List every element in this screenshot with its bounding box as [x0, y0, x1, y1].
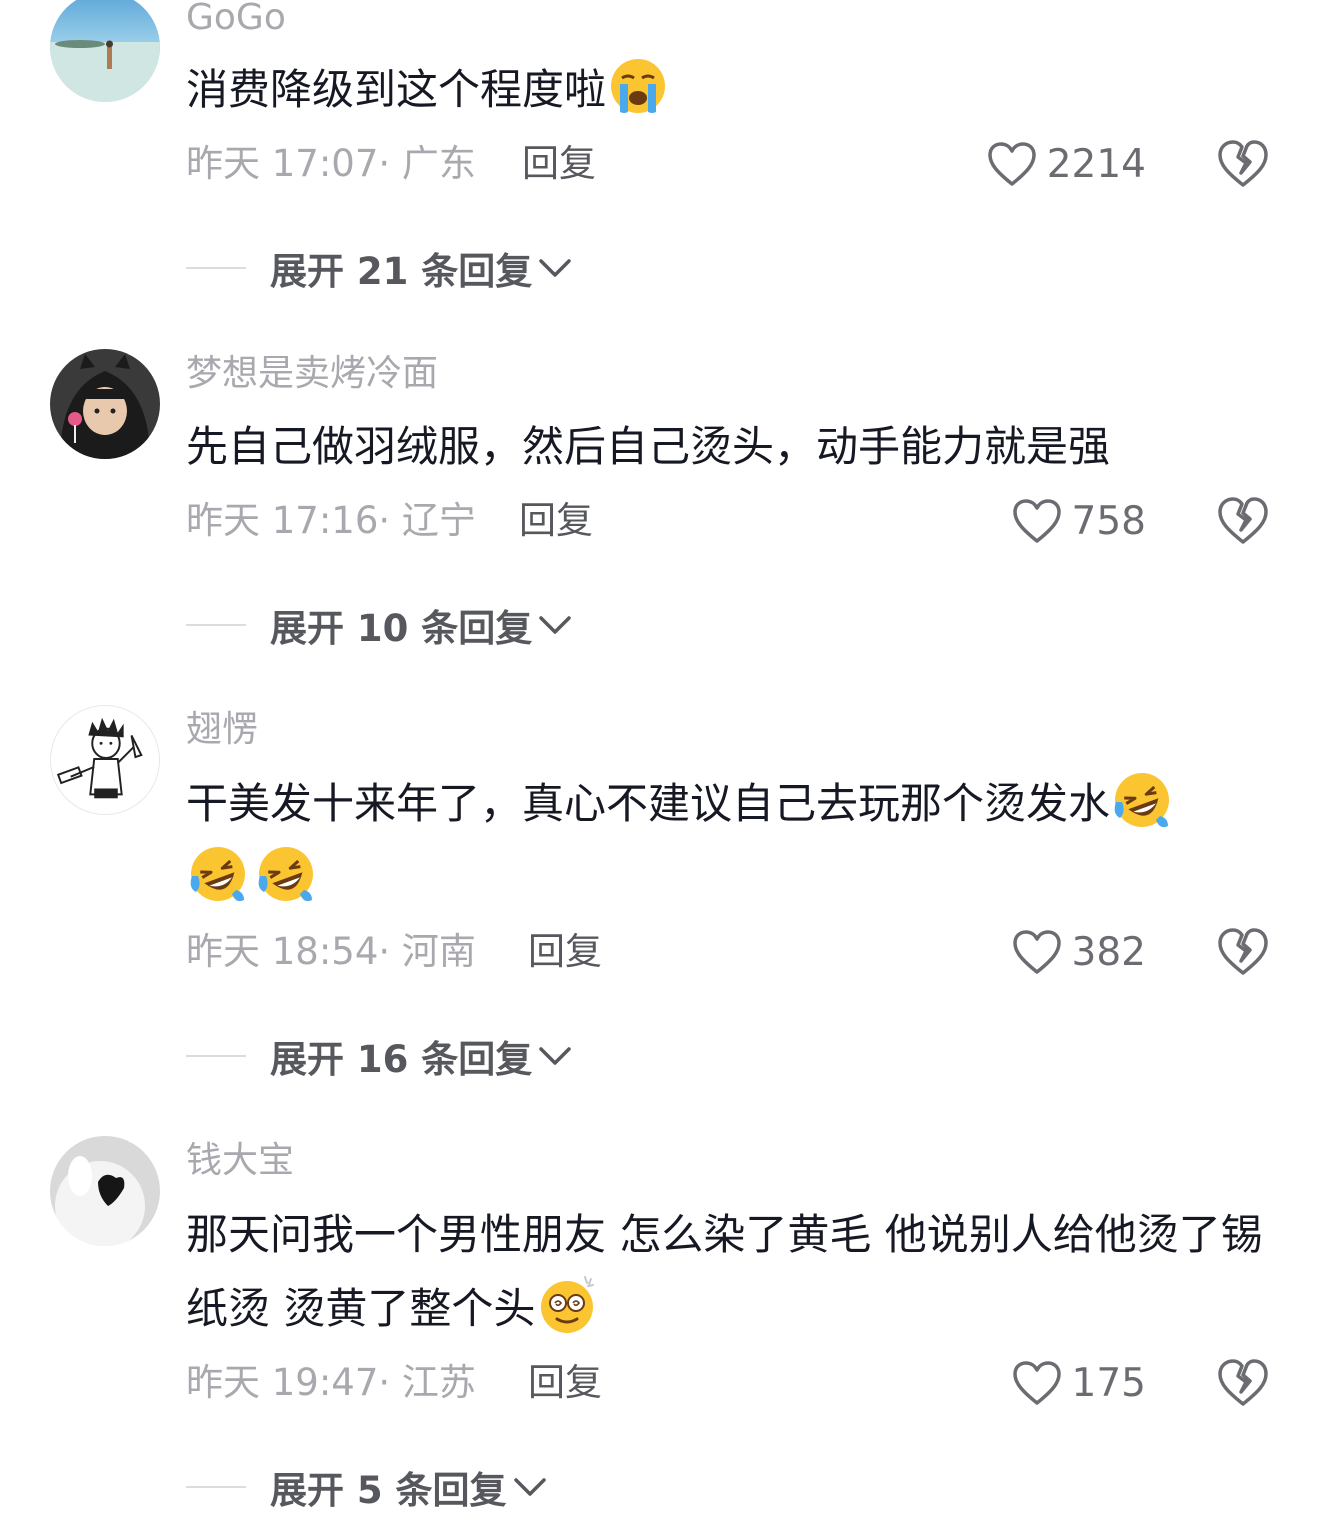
heart-icon — [1012, 1361, 1061, 1405]
comment-text: 消费降级到这个程度啦 — [186, 53, 1266, 127]
chevron-down-icon — [539, 1047, 572, 1065]
divider-line — [186, 1055, 246, 1057]
expand-replies[interactable]: 展开 21 条回复 — [186, 244, 572, 293]
rolling-on-floor-laughing-icon — [190, 847, 245, 902]
comment-location: · 河南 — [378, 930, 476, 973]
expand-replies-label: 展开 5 条回复 — [270, 1469, 507, 1512]
broken-heart-icon[interactable] — [1216, 1356, 1270, 1410]
dizzy-face-icon — [541, 1276, 595, 1333]
comment-body: 先自己做羽绒服，然后自己烫头，动手能力就是强 — [186, 422, 1111, 471]
broken-heart-icon[interactable] — [1216, 137, 1270, 191]
comment-text: 那天问我一个男性朋友 怎么染了黄毛 他说别人给他烫了锡纸烫 烫黄了整个头 — [186, 1198, 1266, 1346]
expand-replies[interactable]: 展开 10 条回复 — [186, 601, 572, 650]
comment-time: 昨天 19:47 — [186, 1361, 379, 1404]
reply-button[interactable]: 回复 — [528, 930, 602, 974]
expand-replies-label: 展开 16 条回复 — [270, 1038, 533, 1081]
reply-button[interactable]: 回复 — [528, 1361, 602, 1405]
heart-icon — [987, 142, 1036, 186]
avatar[interactable] — [50, 0, 160, 102]
comment-text: 先自己做羽绒服，然后自己烫头，动手能力就是强 — [186, 410, 1266, 484]
comment-username[interactable]: GoGo — [186, 0, 286, 38]
avatar[interactable] — [50, 349, 160, 459]
comment-body: 消费降级到这个程度啦 — [186, 65, 607, 114]
comment-time: 昨天 17:07 — [186, 142, 379, 185]
rolling-on-floor-laughing-icon — [1114, 773, 1170, 828]
comment-text: 干美发十来年了，真心不建议自己去玩那个烫发水 — [186, 767, 1266, 915]
expand-replies-label: 展开 21 条回复 — [270, 250, 533, 293]
divider-line — [186, 267, 246, 269]
comment-username[interactable]: 翅愣 — [186, 710, 258, 750]
comment-username[interactable]: 钱大宝 — [186, 1141, 294, 1181]
like-button[interactable]: 758 — [1012, 494, 1146, 548]
rolling-on-floor-laughing-icon — [258, 847, 313, 902]
like-count: 2214 — [1046, 141, 1146, 187]
comment-body: 干美发十来年了，真心不建议自己去玩那个烫发水 — [186, 779, 1111, 828]
divider-line — [186, 1486, 246, 1488]
like-button[interactable]: 175 — [1012, 1356, 1146, 1410]
broken-heart-icon[interactable] — [1216, 494, 1270, 548]
reply-button[interactable]: 回复 — [519, 499, 593, 543]
like-count: 382 — [1071, 929, 1146, 975]
comment-meta: 昨天 17:07· 广东 — [186, 142, 476, 186]
comment-time: 昨天 17:16 — [186, 499, 379, 542]
expand-replies[interactable]: 展开 5 条回复 — [186, 1463, 547, 1512]
comment-meta: 昨天 19:47· 江苏 — [186, 1361, 476, 1405]
like-count: 175 — [1071, 1360, 1146, 1406]
like-button[interactable]: 2214 — [987, 137, 1146, 191]
comment-body: 那天问我一个男性朋友 怎么染了黄毛 他说别人给他烫了锡纸烫 烫黄了整个头 — [186, 1210, 1263, 1333]
heart-icon — [1012, 930, 1061, 974]
comment-meta: 昨天 17:16· 辽宁 — [186, 499, 476, 543]
like-count: 758 — [1071, 498, 1146, 544]
broken-heart-icon[interactable] — [1216, 925, 1270, 979]
chevron-down-icon — [513, 1478, 546, 1496]
comment-location: · 江苏 — [378, 1361, 476, 1404]
avatar[interactable] — [50, 705, 160, 815]
heart-icon — [1012, 499, 1061, 543]
comment-location: · 辽宁 — [378, 499, 476, 542]
reply-button[interactable]: 回复 — [522, 142, 596, 186]
comment-time: 昨天 18:54 — [186, 930, 379, 973]
comment-username[interactable]: 梦想是卖烤冷面 — [186, 354, 438, 394]
expand-replies[interactable]: 展开 16 条回复 — [186, 1032, 572, 1081]
loudly-crying-face-icon — [611, 59, 666, 113]
divider-line — [186, 624, 246, 626]
avatar[interactable] — [50, 1136, 160, 1246]
comment-meta: 昨天 18:54· 河南 — [186, 930, 476, 974]
expand-replies-label: 展开 10 条回复 — [270, 607, 533, 650]
like-button[interactable]: 382 — [1012, 925, 1146, 979]
chevron-down-icon — [539, 616, 572, 634]
comment-location: · 广东 — [378, 142, 476, 185]
chevron-down-icon — [539, 259, 572, 277]
